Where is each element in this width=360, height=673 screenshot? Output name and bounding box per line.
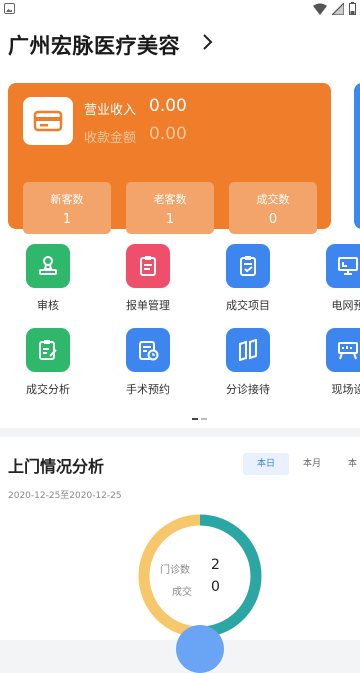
gallery-notification-icon [4, 3, 15, 14]
stat-value: 0 [268, 212, 278, 227]
income-label: 营业收入 [84, 103, 137, 118]
board-icon [326, 328, 360, 372]
stat-returning-customers[interactable]: 老客数 1 [126, 182, 214, 234]
stat-deals[interactable]: 成交数 0 [229, 182, 317, 234]
menu-item-label: 分诊接待 [226, 383, 270, 396]
menu-item-label: 成交项目 [226, 299, 270, 312]
app-header[interactable]: 广州宏脉医疗美容 [0, 20, 360, 66]
function-grid: 审核 报单管理 成交项目 电网预 成交分析 手术预约 分诊接待 现场设 [0, 236, 360, 428]
menu-item-label: 审核 [37, 299, 59, 312]
menu-item-deal-analysis[interactable]: 成交分析 [8, 328, 88, 397]
tab-other[interactable]: 本 [338, 453, 360, 475]
stat-label: 成交数 [256, 193, 290, 206]
tab-month[interactable]: 本月 [292, 453, 332, 475]
menu-item-report-management[interactable]: 报单管理 [108, 244, 188, 313]
revenue-card[interactable]: 营业收入 0.00 收款金额 0.00 新客数 1 老客数 1 成交数 0 [8, 83, 331, 234]
revenue-carousel: 营业收入 0.00 收款金额 0.00 新客数 1 老客数 1 成交数 0 [0, 66, 360, 236]
legend-value: 0 [211, 579, 220, 595]
edit-doc-icon [26, 328, 70, 372]
chevron-right-icon[interactable] [201, 32, 215, 52]
stat-new-customers[interactable]: 新客数 1 [23, 182, 111, 234]
date-range: 2020-12-25至2020-12-25 [8, 491, 122, 501]
wallet-icon-box [23, 97, 73, 145]
menu-item-review[interactable]: 审核 [8, 244, 88, 313]
menu-item-label: 手术预约 [126, 383, 170, 396]
wifi-icon [313, 3, 327, 15]
stat-value: 1 [165, 212, 175, 227]
page-indicator [192, 418, 207, 420]
calendar-clock-icon [126, 328, 170, 372]
stat-value: 1 [62, 212, 72, 227]
tab-today[interactable]: 本日 [243, 453, 289, 475]
map-fold-icon [226, 328, 270, 372]
menu-item-label: 电网预 [331, 299, 360, 312]
next-card-peek[interactable] [354, 83, 360, 229]
stat-label: 新客数 [50, 193, 84, 206]
section-title: 上门情况分析 [8, 457, 105, 476]
wallet-icon [33, 110, 63, 132]
clipboard-icon [126, 244, 170, 288]
status-bar [0, 0, 360, 20]
page-dot-active [192, 418, 198, 420]
stamp-icon [26, 244, 70, 288]
legend-value: 2 [211, 557, 220, 573]
menu-item-onsite-setup[interactable]: 现场设 [308, 328, 360, 397]
legend-label: 门诊数 [160, 565, 190, 576]
menu-item-label: 现场设 [331, 383, 360, 396]
floating-action-button[interactable] [176, 625, 224, 673]
legend-label: 成交 [172, 587, 192, 598]
clinic-title[interactable]: 广州宏脉医疗美容 [8, 30, 180, 60]
visit-donut-chart [138, 514, 262, 638]
stat-label: 老客数 [153, 193, 187, 206]
income-value: 0.00 [149, 96, 187, 116]
collection-value: 0.00 [149, 124, 187, 144]
page-dot [201, 418, 207, 420]
clipboard-check-icon [226, 244, 270, 288]
menu-item-deal-projects[interactable]: 成交项目 [208, 244, 288, 313]
menu-item-triage-reception[interactable]: 分诊接待 [208, 328, 288, 397]
donut-segment-primary [199, 514, 262, 638]
signal-icon [332, 2, 344, 15]
menu-item-label: 成交分析 [26, 383, 70, 396]
monitor-icon [326, 244, 360, 288]
battery-icon [349, 2, 356, 15]
menu-item-label: 报单管理 [126, 299, 170, 312]
menu-item-surgery-booking[interactable]: 手术预约 [108, 328, 188, 397]
menu-item-online-booking[interactable]: 电网预 [308, 244, 360, 313]
collection-label: 收款金额 [84, 131, 137, 146]
visit-analysis-panel: 上门情况分析 本日 本月 本 2020-12-25至2020-12-25 门诊数… [0, 437, 360, 673]
